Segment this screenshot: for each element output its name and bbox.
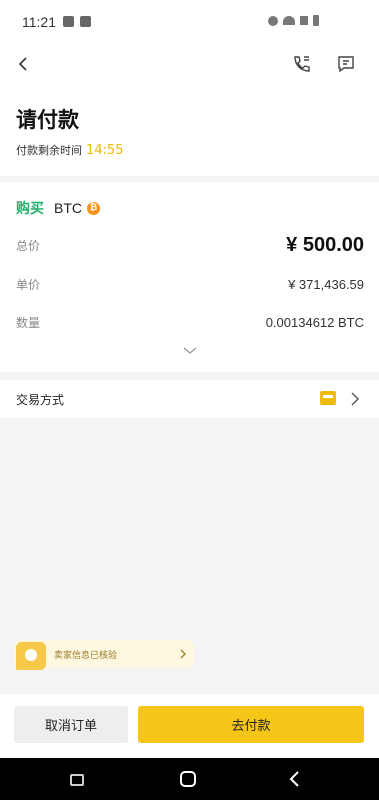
- payment-header: 请付款 付款剩余时间 14:55: [0, 88, 379, 176]
- chevron-right-icon: [351, 392, 359, 406]
- back-icon[interactable]: [12, 52, 36, 76]
- unit-price-value: ¥ 371,436.59: [288, 277, 364, 292]
- chat-icon[interactable]: [334, 52, 358, 76]
- system-nav-bar: [0, 758, 379, 800]
- total-price-label: 总价: [16, 239, 41, 253]
- cancel-order-button[interactable]: 取消订单: [14, 706, 128, 743]
- btc-coin-icon: ₿: [87, 201, 100, 215]
- status-bar: 11:21: [0, 0, 379, 44]
- verified-icon: [16, 642, 46, 670]
- recent-apps-icon[interactable]: [70, 774, 84, 786]
- signal-icon: [300, 16, 308, 25]
- seller-verified-notice[interactable]: 卖家信息已核验: [14, 640, 194, 670]
- quantity-value: 0.00134612 BTC: [265, 315, 364, 330]
- alarm-icon: [268, 15, 278, 26]
- payment-method-label: 交易方式: [16, 393, 65, 407]
- payment-method-row[interactable]: 交易方式: [0, 380, 379, 418]
- total-price-value: ¥ 500.00: [286, 234, 364, 256]
- countdown-label: 付款剩余时间: [16, 144, 82, 157]
- status-icons: [268, 15, 319, 26]
- chevron-down-icon[interactable]: [182, 346, 198, 356]
- gallery-icon: [63, 16, 74, 27]
- checkbox-notification-icon: [80, 16, 91, 27]
- unit-price-row: 单价 ¥ 371,436.59: [16, 276, 364, 293]
- unit-price-label: 单价: [16, 278, 41, 292]
- battery-icon: [313, 15, 319, 26]
- home-icon[interactable]: [180, 771, 196, 787]
- order-title-row: 购买 BTC ₿: [16, 198, 100, 218]
- phone-icon[interactable]: [290, 52, 314, 76]
- total-price-row: 总价 ¥ 500.00: [16, 234, 364, 257]
- quantity-label: 数量: [16, 316, 41, 330]
- action-footer: 取消订单 去付款: [0, 694, 379, 758]
- notice-text: 卖家信息已核验: [54, 651, 118, 661]
- go-pay-button[interactable]: 去付款: [138, 706, 364, 743]
- system-back-icon[interactable]: [288, 770, 302, 788]
- payment-countdown: 付款剩余时间 14:55: [16, 142, 123, 158]
- notice-chevron-icon: [180, 649, 186, 659]
- wifi-icon: [283, 16, 295, 25]
- order-coin: BTC: [54, 200, 82, 216]
- order-action: 购买: [16, 201, 44, 217]
- quantity-row: 数量 0.00134612 BTC: [16, 314, 364, 331]
- page-title: 请付款: [16, 108, 79, 132]
- payment-card-icon: [320, 391, 336, 405]
- order-card: 购买 BTC ₿ 总价 ¥ 500.00 单价 ¥ 371,436.59 数量 …: [0, 182, 379, 372]
- nav-bar: [0, 44, 379, 88]
- status-time: 11:21: [22, 14, 56, 30]
- countdown-timer: 14:55: [86, 143, 124, 158]
